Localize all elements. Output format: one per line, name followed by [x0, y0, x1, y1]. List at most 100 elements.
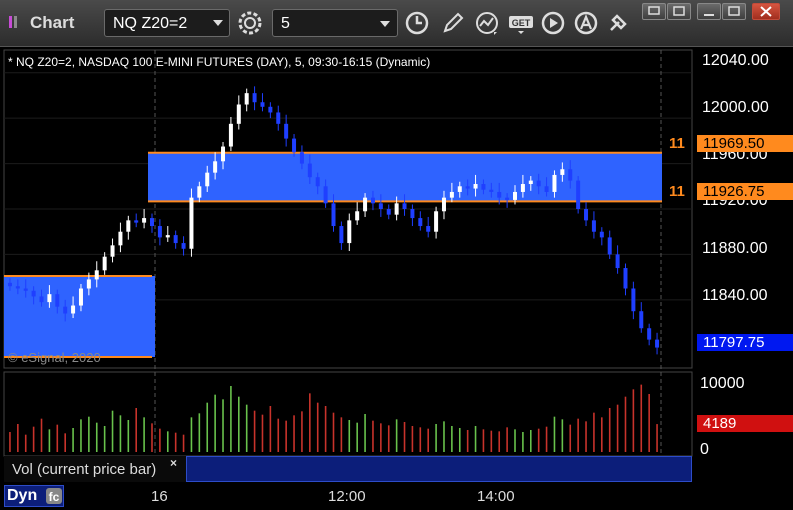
highlight-zone	[148, 152, 662, 202]
chart-canvas[interactable]	[0, 0, 793, 510]
candle-body	[205, 172, 210, 187]
candle-body	[386, 209, 391, 215]
candle-body	[244, 93, 249, 105]
candle-body	[299, 152, 304, 164]
candle-body	[441, 197, 446, 212]
candle-body	[31, 290, 36, 297]
candle-body	[47, 294, 52, 303]
candle-body	[607, 237, 612, 255]
candle-body	[591, 220, 596, 232]
dynamic-mode-toggle[interactable]: Dyn fc	[4, 485, 64, 507]
candle-body	[520, 184, 525, 192]
candle-body	[78, 288, 83, 306]
time-tick-label: 16	[151, 488, 168, 505]
candle-body	[402, 203, 407, 209]
time-tick-label: 12:00	[328, 488, 366, 505]
candle-body	[268, 106, 273, 113]
candle-body	[142, 218, 147, 223]
candle-body	[63, 306, 68, 314]
candle-body	[110, 245, 115, 257]
candle-body	[599, 231, 604, 238]
candle-body	[457, 186, 462, 192]
candle-body	[252, 93, 257, 103]
candle-body	[584, 209, 589, 221]
candle-body	[639, 311, 644, 329]
candle-body	[213, 161, 218, 173]
dynamic-mode-label: Dyn	[7, 487, 38, 504]
volume-tick-label: 10000	[700, 375, 745, 392]
study-input-bar[interactable]	[186, 456, 692, 482]
candle-body	[86, 279, 91, 289]
candle-body	[339, 226, 344, 244]
lock-icon: fc	[46, 488, 62, 504]
candle-body	[189, 197, 194, 249]
candle-body	[465, 186, 470, 189]
candle-body	[165, 235, 170, 238]
volume-panel	[3, 371, 693, 457]
candle-body	[323, 186, 328, 204]
candle-body	[473, 184, 478, 189]
candle-body	[560, 169, 565, 175]
volume-study-label[interactable]: Vol (current price bar)	[4, 456, 186, 482]
candle-body	[363, 197, 368, 212]
candle-body	[284, 123, 289, 139]
price-tick-label: 12040.00	[702, 52, 769, 69]
candle-body	[394, 203, 399, 215]
lower-line-price-badge: 11926.75	[697, 183, 793, 200]
candle-body	[449, 191, 454, 198]
candle-body	[315, 177, 320, 187]
candle-body	[568, 169, 573, 181]
candle-body	[228, 123, 233, 147]
candle-body	[615, 254, 620, 269]
candle-body	[102, 256, 107, 271]
volume-study-text: Vol (current price bar)	[12, 461, 157, 478]
candle-body	[7, 282, 12, 287]
upper-line-tag: 11	[669, 135, 685, 152]
svg-text:fc: fc	[49, 490, 60, 504]
copyright-text: © eSignal, 2020	[8, 350, 101, 365]
candle-body	[528, 180, 533, 185]
candle-body	[260, 102, 265, 107]
price-tick-label: 12000.00	[702, 99, 769, 116]
candle-body	[236, 104, 241, 124]
candle-body	[418, 218, 423, 227]
price-tick-label: 11880.00	[702, 240, 768, 257]
candle-body	[126, 220, 131, 232]
candle-body	[118, 231, 123, 246]
symbol-info: * NQ Z20=2, NASDAQ 100 E-MINI FUTURES (D…	[8, 55, 431, 69]
candle-body	[552, 174, 557, 192]
candle-body	[410, 209, 415, 219]
candle-body	[94, 270, 99, 280]
current-volume-badge: 4189	[697, 415, 793, 432]
price-tick-label: 11840.00	[702, 287, 768, 304]
candle-body	[489, 189, 494, 192]
close-study-icon[interactable]: ×	[170, 456, 177, 470]
last-price-badge: 11797.75	[697, 334, 793, 351]
candle-body	[576, 180, 581, 209]
candle-body	[15, 286, 20, 289]
candle-body	[536, 180, 541, 187]
candle-body	[331, 203, 336, 227]
candle-body	[134, 220, 139, 223]
candle-body	[307, 163, 312, 178]
candle-body	[370, 197, 375, 204]
candle-body	[434, 211, 439, 232]
candle-body	[426, 226, 431, 232]
candle-body	[197, 186, 202, 198]
candle-body	[39, 296, 44, 303]
candle-body	[292, 138, 297, 153]
candle-body	[173, 235, 178, 244]
time-tick-label: 14:00	[477, 488, 515, 505]
candle-body	[481, 184, 486, 190]
candle-body	[631, 288, 636, 312]
candle-body	[149, 218, 154, 227]
candle-body	[355, 211, 360, 221]
candle-body	[623, 268, 628, 289]
candle-body	[378, 203, 383, 209]
volume-tick-label: 0	[700, 441, 709, 458]
candle-body	[71, 305, 76, 314]
candle-body	[544, 186, 549, 192]
candle-body	[221, 146, 226, 162]
candle-body	[647, 328, 652, 340]
candle-body	[497, 191, 502, 198]
